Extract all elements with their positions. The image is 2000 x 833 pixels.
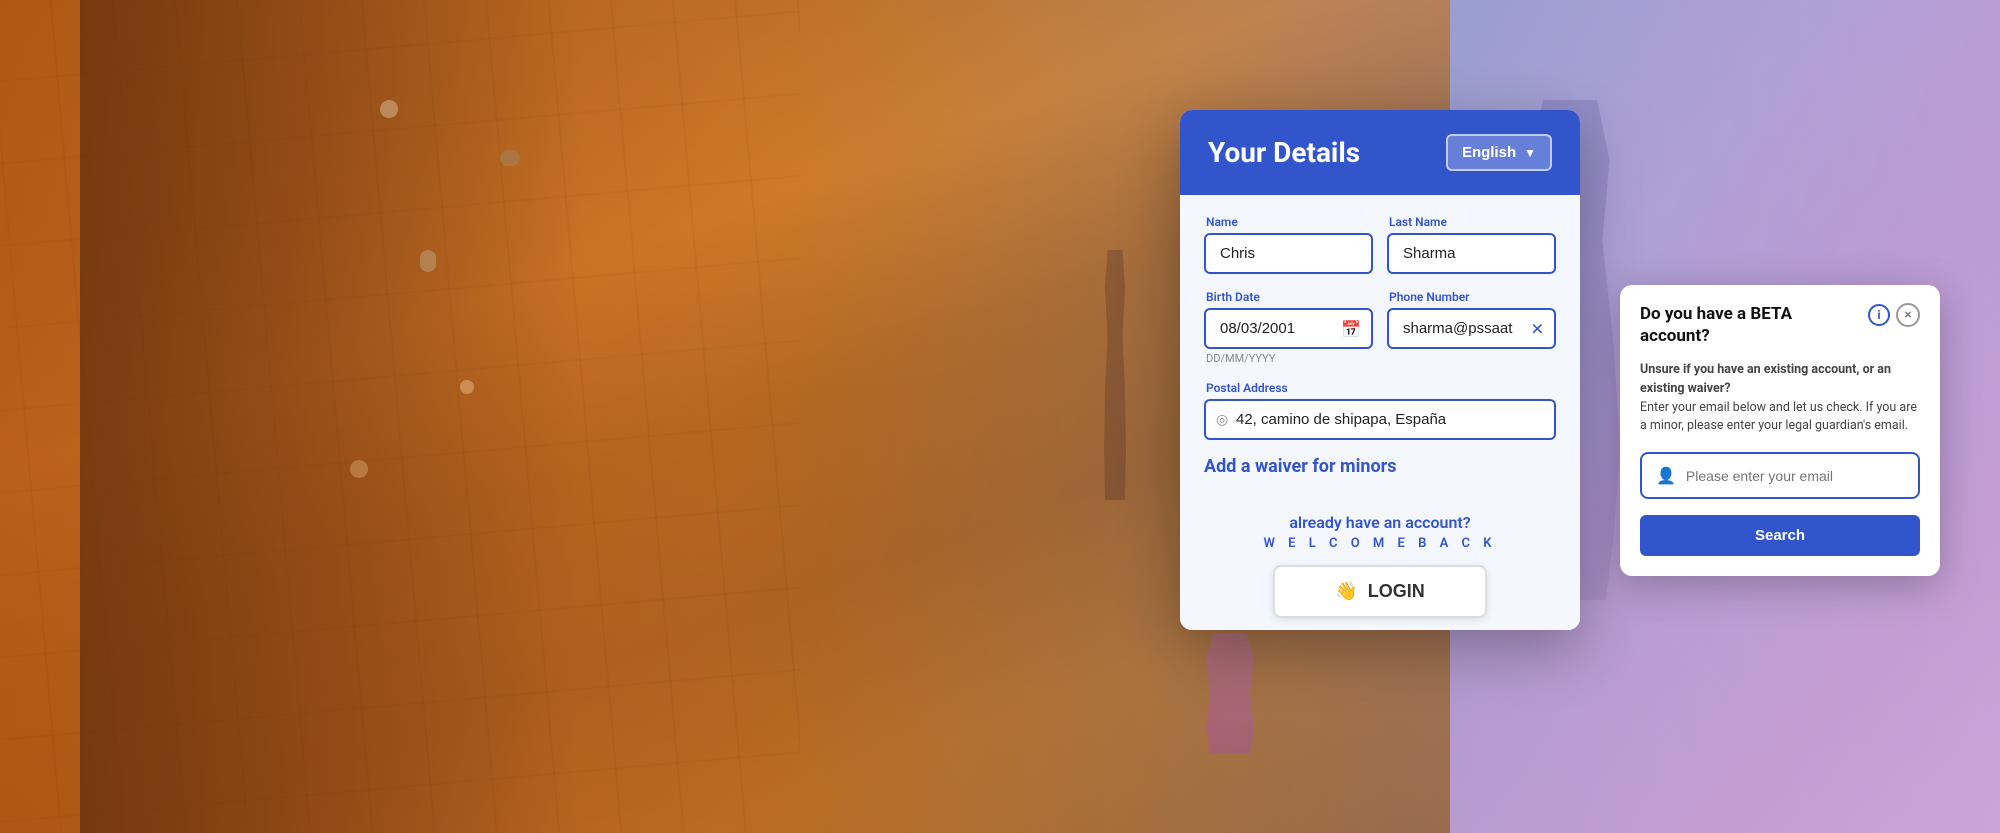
modal-header-right: i × xyxy=(1862,303,1920,327)
modal-description-bold: Unsure if you have an existing account, … xyxy=(1640,362,1891,396)
details-panel: Your Details English ▼ Name Last Name Bi… xyxy=(1180,110,1580,630)
postal-field: Postal Address ◎ xyxy=(1204,381,1556,440)
modal-description-text: Enter your email below and let us check.… xyxy=(1640,400,1917,434)
already-account-section: already have an account? W E L C O M E B… xyxy=(1180,497,1580,630)
modal-description: Unsure if you have an existing account, … xyxy=(1640,361,1920,436)
last-name-label: Last Name xyxy=(1387,215,1556,229)
login-emoji: 👋 xyxy=(1335,581,1357,602)
postal-label: Postal Address xyxy=(1204,381,1556,395)
language-selector[interactable]: English ▼ xyxy=(1446,134,1552,171)
postal-wrapper: ◎ xyxy=(1204,399,1556,440)
birth-date-label: Birth Date xyxy=(1204,290,1373,304)
language-label: English xyxy=(1462,144,1516,161)
location-icon: ◎ xyxy=(1216,412,1228,428)
birth-date-hint: DD/MM/YYYY xyxy=(1204,352,1373,365)
beta-modal: Do you have a BETA account? i × Unsure i… xyxy=(1620,285,1940,576)
last-name-field: Last Name xyxy=(1387,215,1556,274)
email-input[interactable] xyxy=(1686,468,1904,484)
birth-date-field: Birth Date 📅 DD/MM/YYYY xyxy=(1204,290,1373,365)
postal-row: Postal Address ◎ xyxy=(1204,381,1556,440)
phone-field: Phone Number ✕ xyxy=(1387,290,1556,365)
modal-body: Unsure if you have an existing account, … xyxy=(1620,361,1940,576)
last-name-input[interactable] xyxy=(1387,233,1556,274)
person-icon: 👤 xyxy=(1656,466,1676,485)
name-row: Name Last Name xyxy=(1204,215,1556,274)
birth-phone-row: Birth Date 📅 DD/MM/YYYY Phone Number ✕ xyxy=(1204,290,1556,365)
birth-date-wrapper: 📅 xyxy=(1204,308,1373,349)
info-icon: i xyxy=(1868,304,1890,326)
email-input-wrapper: 👤 xyxy=(1640,452,1920,499)
name-field: Name xyxy=(1204,215,1373,274)
close-button[interactable]: × xyxy=(1896,303,1920,327)
phone-label: Phone Number xyxy=(1387,290,1556,304)
already-account-text: already have an account? xyxy=(1204,513,1556,532)
panel-title: Your Details xyxy=(1208,136,1360,169)
name-input[interactable] xyxy=(1204,233,1373,274)
postal-input[interactable] xyxy=(1204,399,1556,440)
modal-title: Do you have a BETA account? xyxy=(1640,303,1862,347)
panel-body: Name Last Name Birth Date 📅 DD/MM/YYYY P… xyxy=(1180,195,1580,497)
login-label: LOGIN xyxy=(1368,581,1425,602)
add-waiver-link[interactable]: Add a waiver for minors xyxy=(1204,456,1556,477)
calendar-icon[interactable]: 📅 xyxy=(1341,319,1361,338)
panel-header: Your Details English ▼ xyxy=(1180,110,1580,195)
name-label: Name xyxy=(1204,215,1373,229)
phone-wrapper: ✕ xyxy=(1387,308,1556,349)
clear-icon[interactable]: ✕ xyxy=(1531,319,1544,338)
search-button[interactable]: Search xyxy=(1640,515,1920,556)
login-button[interactable]: 👋 LOGIN xyxy=(1273,565,1486,618)
chevron-down-icon: ▼ xyxy=(1524,146,1536,160)
modal-header: Do you have a BETA account? i × xyxy=(1620,285,1940,361)
welcome-back-text: W E L C O M E B A C K xyxy=(1204,536,1556,551)
